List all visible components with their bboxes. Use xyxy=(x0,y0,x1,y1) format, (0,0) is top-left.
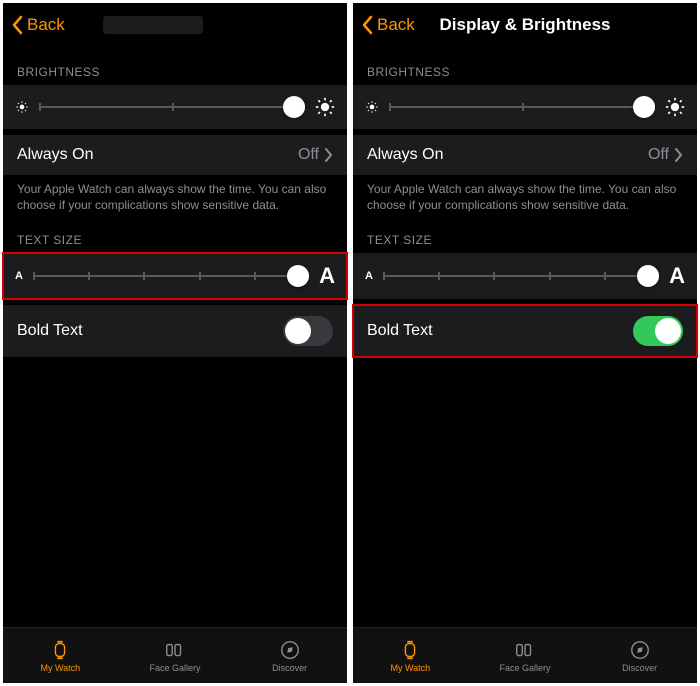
chevron-left-icon xyxy=(361,15,373,35)
bold-text-toggle[interactable] xyxy=(283,316,333,346)
tab-my-watch[interactable]: My Watch xyxy=(353,628,468,683)
chevron-left-icon xyxy=(11,15,23,35)
bold-text-cell: Bold Text xyxy=(3,305,347,357)
tab-bar: My Watch Face Gallery Discover xyxy=(353,627,697,683)
tab-my-watch[interactable]: My Watch xyxy=(3,628,118,683)
tab-label: Discover xyxy=(622,663,657,673)
gallery-icon xyxy=(164,639,186,661)
always-on-label: Always On xyxy=(17,146,93,164)
always-on-label: Always On xyxy=(367,146,443,164)
gallery-icon xyxy=(514,639,536,661)
watch-icon xyxy=(399,639,421,661)
chevron-right-icon xyxy=(325,148,333,162)
always-on-description: Your Apple Watch can always show the tim… xyxy=(3,175,347,215)
always-on-description: Your Apple Watch can always show the tim… xyxy=(353,175,697,215)
screen-right: Back Display & Brightness BRIGHTNESS Alw… xyxy=(353,3,697,683)
discover-icon xyxy=(279,639,301,661)
tab-discover[interactable]: Discover xyxy=(582,628,697,683)
text-size-section-label: TEXT SIZE xyxy=(353,215,697,253)
bold-text-toggle[interactable] xyxy=(633,316,683,346)
back-button[interactable]: Back xyxy=(361,15,415,35)
sun-small-icon xyxy=(365,100,379,114)
nav-header: Back Display & Brightness xyxy=(353,3,697,47)
sun-large-icon xyxy=(315,97,335,117)
tab-label: Discover xyxy=(272,663,307,673)
nav-header: Back xyxy=(3,3,347,47)
always-on-value: Off xyxy=(298,146,319,164)
brightness-section-label: BRIGHTNESS xyxy=(3,47,347,85)
bold-text-cell: Bold Text xyxy=(353,305,697,357)
tab-face-gallery[interactable]: Face Gallery xyxy=(118,628,233,683)
brightness-slider[interactable] xyxy=(39,95,305,119)
screen-left: Back BRIGHTNESS Always On Off Your Apple… xyxy=(3,3,347,683)
text-large-icon: A xyxy=(319,263,335,289)
watch-icon xyxy=(49,639,71,661)
always-on-value: Off xyxy=(648,146,669,164)
text-size-slider[interactable] xyxy=(383,264,659,288)
bold-text-label: Bold Text xyxy=(17,322,83,340)
tab-label: Face Gallery xyxy=(499,663,550,673)
tab-bar: My Watch Face Gallery Discover xyxy=(3,627,347,683)
text-size-slider-row: A A xyxy=(353,253,697,299)
discover-icon xyxy=(629,639,651,661)
always-on-cell[interactable]: Always On Off xyxy=(353,135,697,175)
back-label: Back xyxy=(377,15,415,35)
brightness-slider-row xyxy=(3,85,347,129)
text-small-icon: A xyxy=(365,270,373,282)
brightness-slider[interactable] xyxy=(389,95,655,119)
text-small-icon: A xyxy=(15,270,23,282)
text-large-icon: A xyxy=(669,263,685,289)
sun-small-icon xyxy=(15,100,29,114)
tab-label: My Watch xyxy=(391,663,431,673)
text-size-slider[interactable] xyxy=(33,264,309,288)
tab-discover[interactable]: Discover xyxy=(232,628,347,683)
brightness-section-label: BRIGHTNESS xyxy=(353,47,697,85)
back-button[interactable]: Back xyxy=(11,15,65,35)
tab-face-gallery[interactable]: Face Gallery xyxy=(468,628,583,683)
back-label: Back xyxy=(27,15,65,35)
always-on-cell[interactable]: Always On Off xyxy=(3,135,347,175)
text-size-section-label: TEXT SIZE xyxy=(3,215,347,253)
tab-label: My Watch xyxy=(41,663,81,673)
sun-large-icon xyxy=(665,97,685,117)
redacted-title xyxy=(103,16,203,34)
brightness-slider-row xyxy=(353,85,697,129)
bold-text-label: Bold Text xyxy=(367,322,433,340)
tab-label: Face Gallery xyxy=(149,663,200,673)
chevron-right-icon xyxy=(675,148,683,162)
text-size-slider-row: A A xyxy=(3,253,347,299)
